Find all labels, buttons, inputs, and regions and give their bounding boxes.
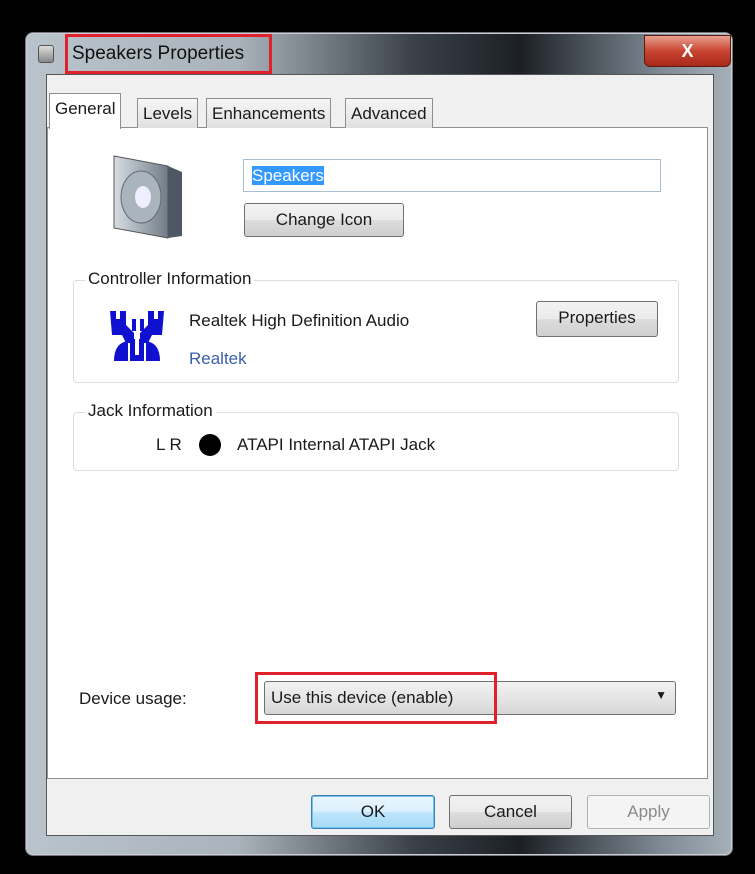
controller-information-group: Controller Information Realtek High Defi… <box>73 269 679 383</box>
tab-enhancements[interactable]: Enhancements <box>206 98 332 128</box>
apply-button[interactable]: Apply <box>587 795 710 829</box>
speaker-icon <box>113 155 182 239</box>
realtek-logo-icon <box>110 311 164 361</box>
controller-group-title: Controller Information <box>85 269 255 289</box>
change-icon-button[interactable]: Change Icon <box>244 203 404 237</box>
dropdown-highlight-box <box>255 672 497 724</box>
dropdown-arrow-icon: ▼ <box>655 688 667 702</box>
tab-advanced[interactable]: Advanced <box>345 98 433 128</box>
device-name-value: Speakers <box>252 166 324 185</box>
ok-button[interactable]: OK <box>311 795 435 829</box>
device-name-input[interactable]: Speakers <box>243 159 661 192</box>
jack-channels: L R <box>156 435 182 454</box>
jack-information-group: Jack Information L R ATAPI Internal ATAP… <box>73 401 679 471</box>
controller-name: Realtek High Definition Audio <box>189 311 410 330</box>
jack-color-dot <box>199 434 221 456</box>
speaker-app-icon <box>38 45 54 63</box>
realtek-vendor-link[interactable]: Realtek <box>189 349 247 369</box>
tab-general[interactable]: General <box>49 93 122 129</box>
client-area: General Levels Enhancements Advanced Spe… <box>46 74 714 836</box>
cancel-button[interactable]: Cancel <box>449 795 572 829</box>
title-highlight-box <box>65 34 272 74</box>
device-usage-label: Device usage: <box>79 689 187 708</box>
close-button[interactable]: X <box>644 35 731 67</box>
controller-properties-button[interactable]: Properties <box>536 301 658 337</box>
tab-levels[interactable]: Levels <box>137 98 199 128</box>
jack-description: ATAPI Internal ATAPI Jack <box>237 435 436 454</box>
general-tab-panel: Speakers Change Icon Controller Informat… <box>47 127 708 779</box>
properties-window: Speakers Properties X General Levels Enh… <box>25 32 733 856</box>
jack-group-title: Jack Information <box>85 401 216 421</box>
